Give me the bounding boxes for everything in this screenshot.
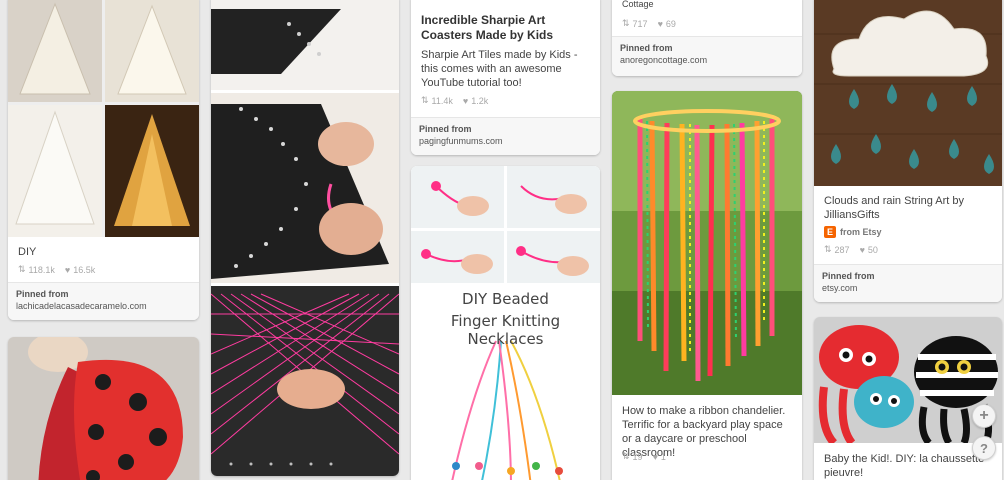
repin-count: 717 xyxy=(632,18,648,29)
chandelier-graphic xyxy=(612,91,802,395)
repin-count: 19 xyxy=(632,451,643,462)
sharpie-pinned-from[interactable]: Pinned from pagingfunmums.com xyxy=(411,117,600,155)
repin-icon: ⇅ xyxy=(622,18,630,28)
string-art-graphic xyxy=(211,0,399,476)
pinned-source-link[interactable]: etsy.com xyxy=(822,283,994,293)
pin-card-knitting[interactable]: DIY Beaded Finger Knitting Necklaces xyxy=(411,166,600,480)
sharpie-stats: ⇅ 11.4k ♥ 1.2k xyxy=(421,95,488,106)
teepee-description: DIY xyxy=(18,246,37,258)
plus-icon: + xyxy=(979,407,989,424)
heart-icon: ♥ xyxy=(64,264,71,275)
like-count: 69 xyxy=(665,18,676,29)
cloud-description: Clouds and rain String Art by JilliansGi… xyxy=(824,195,965,221)
teepee-stats: ⇅ 118.1k ♥ 16.5k xyxy=(18,264,95,275)
pinned-from-label: Pinned from xyxy=(620,43,673,53)
heart-icon: ♥ xyxy=(652,451,658,462)
pin-card-chandelier[interactable]: How to make a ribbon chandelier. Terrifi… xyxy=(612,91,802,480)
pin-card-cottage[interactable]: Cottage ⇅ 717 ♥ 69 Pinned from anoregoncot… xyxy=(612,0,802,76)
cloud-stats: ⇅ 287 ♥ 50 xyxy=(824,244,878,255)
pinned-from-label: Pinned from xyxy=(16,289,69,299)
repin-icon: ⇅ xyxy=(421,95,429,105)
pinned-source-link[interactable]: anoregoncottage.com xyxy=(620,55,794,65)
etsy-label: from Etsy xyxy=(840,227,882,237)
cottage-stats: ⇅ 717 ♥ 69 xyxy=(622,18,676,29)
octopus-image[interactable] xyxy=(814,317,1002,443)
chandelier-stats: ⇅ 19 ♥ 1 xyxy=(622,451,666,462)
pin-card-ladybug[interactable] xyxy=(8,337,199,480)
add-button[interactable]: + xyxy=(972,404,996,428)
pin-card-teepee[interactable]: DIY ⇅ 118.1k ♥ 16.5k Pinned from lachicade… xyxy=(8,0,199,320)
like-count: 1.2k xyxy=(471,95,489,106)
octopus-graphic xyxy=(814,317,1002,443)
knitting-image[interactable]: DIY Beaded Finger Knitting Necklaces xyxy=(411,166,600,480)
repin-icon: ⇅ xyxy=(824,244,832,254)
help-button[interactable]: ? xyxy=(972,436,996,460)
heart-icon: ♥ xyxy=(657,18,663,29)
repin-icon: ⇅ xyxy=(622,451,630,461)
pinned-source-link[interactable]: lachicadelacasadecaramelo.com xyxy=(16,301,191,311)
pin-card-sharpie[interactable]: Incredible Sharpie Art Coasters Made by … xyxy=(411,0,600,155)
octopus-description: Baby the Kid!. DIY: la chaussette pieuvr… xyxy=(824,453,985,479)
like-count: 50 xyxy=(867,244,878,255)
pinned-from-label: Pinned from xyxy=(822,271,875,281)
sharpie-description: Sharpie Art Tiles made by Kids - this co… xyxy=(421,49,578,89)
cloud-string-art-graphic xyxy=(814,0,1002,186)
ladybug-wings-graphic xyxy=(8,337,199,480)
heart-icon: ♥ xyxy=(859,244,865,255)
ladybug-wings-image[interactable] xyxy=(8,337,199,480)
repin-count: 118.1k xyxy=(28,264,55,275)
repin-count: 11.4k xyxy=(431,95,453,106)
like-count: 1 xyxy=(660,451,666,462)
repin-count: 287 xyxy=(834,244,850,255)
pin-card-cloud[interactable]: Clouds and rain String Art by JilliansGi… xyxy=(814,0,1002,302)
pin-card-string-art[interactable] xyxy=(211,0,399,476)
cloud-string-art-image[interactable] xyxy=(814,0,1002,186)
heart-icon: ♥ xyxy=(462,95,469,106)
knitting-overlay-line2: Finger Knitting Necklaces xyxy=(450,312,561,348)
repin-icon: ⇅ xyxy=(18,264,26,274)
cottage-partial-title: Cottage xyxy=(622,0,654,9)
chandelier-image[interactable] xyxy=(612,91,802,395)
etsy-badge[interactable]: E from Etsy xyxy=(824,226,882,238)
teepee-pinned-from[interactable]: Pinned from lachicadelacasadecaramelo.co… xyxy=(8,282,199,320)
cottage-pinned-from[interactable]: Pinned from anoregoncottage.com xyxy=(612,36,802,76)
teepee-collage-image[interactable] xyxy=(8,0,199,237)
pinned-from-label: Pinned from xyxy=(419,124,472,134)
knitting-overlay-line1: DIY Beaded xyxy=(462,290,549,308)
sharpie-title[interactable]: Incredible Sharpie Art Coasters Made by … xyxy=(421,13,591,43)
like-count: 16.5k xyxy=(73,264,96,275)
teepee-collage-graphic xyxy=(8,0,199,237)
question-icon: ? xyxy=(980,440,988,456)
etsy-icon: E xyxy=(824,226,836,238)
pinned-source-link[interactable]: pagingfunmums.com xyxy=(419,136,592,146)
string-art-image[interactable] xyxy=(211,0,399,476)
cloud-pinned-from[interactable]: Pinned from etsy.com xyxy=(814,264,1002,302)
